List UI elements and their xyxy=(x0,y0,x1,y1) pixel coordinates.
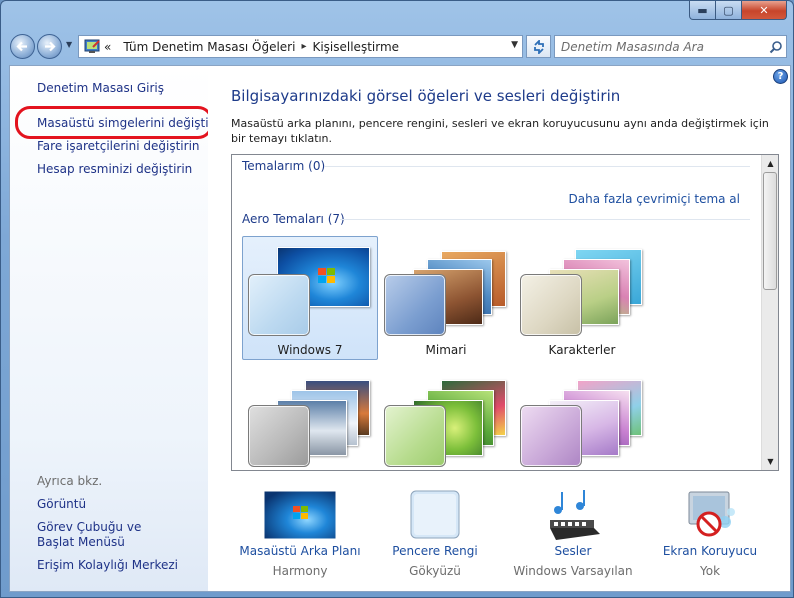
theme-list[interactable]: Temalarım (0) Daha fazla çevrimiçi tema … xyxy=(231,154,779,471)
option-window-color[interactable]: Pencere Rengi Gökyüzü xyxy=(360,484,510,584)
theme-windows-7[interactable]: Windows 7 xyxy=(242,236,378,360)
close-button[interactable]: ✕ xyxy=(742,1,787,20)
sidebar: Denetim Masası Giriş Masaüstü simgelerin… xyxy=(10,66,224,591)
main-panel: ? Bilgisayarınızdaki görsel öğeleri ve s… xyxy=(208,66,790,591)
color-swatch xyxy=(520,405,582,467)
search-input[interactable]: Denetim Masasında Ara xyxy=(561,40,766,54)
maximize-button[interactable]: ▢ xyxy=(716,1,742,20)
sidebar-item-ease-of-access[interactable]: Erişim Kolaylığı Merkezi xyxy=(37,558,178,572)
theme-landscapes[interactable] xyxy=(242,367,378,470)
theme-architecture[interactable]: Mimari xyxy=(378,236,514,360)
minimize-button[interactable]: ▬ xyxy=(689,1,716,20)
color-swatch xyxy=(248,274,310,336)
option-name[interactable]: Pencere Rengi xyxy=(360,544,510,558)
sidebar-item-mouse-pointers[interactable]: Fare işaretçilerini değiştirin xyxy=(37,139,200,153)
option-name[interactable]: Masaüstü Arka Planı xyxy=(225,544,375,558)
desktop-background-icon xyxy=(263,490,337,540)
option-desktop-background[interactable]: Masaüstü Arka Planı Harmony xyxy=(225,484,375,584)
window-frame: ▬ ▢ ✕ ▼ « Tüm Denetim Masası Öğeleri ▸ K… xyxy=(0,0,794,598)
my-themes-header: Temalarım (0) xyxy=(242,159,326,173)
color-swatch xyxy=(248,405,310,467)
color-swatch xyxy=(384,274,446,336)
recent-pages-dropdown[interactable]: ▼ xyxy=(66,40,72,49)
address-bar[interactable]: « Tüm Denetim Masası Öğeleri ▸ Kişiselle… xyxy=(78,35,523,58)
search-icon[interactable] xyxy=(766,37,786,57)
navigation-bar: ▼ « Tüm Denetim Masası Öğeleri ▸ Kişisel… xyxy=(9,32,787,60)
theme-characters[interactable]: Karakterler xyxy=(514,236,650,360)
breadcrumb-all-items[interactable]: Tüm Denetim Masası Öğeleri xyxy=(123,40,295,54)
theme-label: Windows 7 xyxy=(277,343,343,357)
forward-button[interactable] xyxy=(37,34,62,59)
refresh-icon xyxy=(533,39,544,54)
content-area: Denetim Masası Giriş Masaüstü simgelerin… xyxy=(9,65,791,592)
page-description: Masaüstü arka planını, pencere rengini, … xyxy=(231,117,769,145)
option-value: Yok xyxy=(699,564,721,578)
color-swatch xyxy=(520,274,582,336)
theme-list-scrollbar[interactable]: ▲ ▼ xyxy=(761,155,778,470)
color-swatch xyxy=(384,405,446,467)
option-screensaver[interactable]: Ekran Koruyucu Yok xyxy=(635,484,785,584)
scroll-down-arrow-icon[interactable]: ▼ xyxy=(764,455,777,468)
screensaver-icon xyxy=(673,490,747,540)
refresh-button[interactable] xyxy=(526,35,551,58)
aero-themes-header: Aero Temaları (7) xyxy=(242,212,345,226)
breadcrumb-separator-icon[interactable]: ▸ xyxy=(301,41,306,52)
sidebar-item-desktop-icons[interactable]: Masaüstü simgelerini değiştirin xyxy=(37,116,224,130)
back-button[interactable] xyxy=(10,34,35,59)
window-color-icon xyxy=(398,490,472,540)
scroll-thumb[interactable] xyxy=(763,172,777,290)
scroll-up-arrow-icon[interactable]: ▲ xyxy=(764,157,777,170)
search-box[interactable]: Denetim Masasında Ara xyxy=(554,35,787,58)
option-name[interactable]: Sesler xyxy=(498,544,648,558)
option-name[interactable]: Ekran Koruyucu xyxy=(635,544,785,558)
option-value: Windows Varsayılan xyxy=(513,564,633,578)
theme-nature[interactable] xyxy=(378,367,514,470)
address-prefix[interactable]: « xyxy=(104,40,111,54)
see-also-caption: Ayrıca bkz. xyxy=(37,474,103,488)
group-divider xyxy=(340,219,750,220)
theme-label: Karakterler xyxy=(548,343,616,357)
option-value: Harmony xyxy=(272,564,328,578)
breadcrumb-personalization[interactable]: Kişiselleştirme xyxy=(312,40,399,54)
sidebar-item-account-picture[interactable]: Hesap resminizi değiştirin xyxy=(37,162,192,176)
control-panel-icon xyxy=(82,38,104,56)
option-value: Gökyüzü xyxy=(409,564,461,578)
theme-label: Mimari xyxy=(425,343,467,357)
sidebar-item-control-panel-home[interactable]: Denetim Masası Giriş xyxy=(37,81,164,95)
help-icon[interactable]: ? xyxy=(773,69,788,84)
option-sounds[interactable]: Sesler Windows Varsayılan xyxy=(498,484,648,584)
theme-scenes[interactable] xyxy=(514,367,650,470)
group-divider xyxy=(324,166,750,167)
caption-buttons: ▬ ▢ ✕ xyxy=(689,1,787,21)
sounds-icon xyxy=(536,490,610,540)
more-themes-online-link[interactable]: Daha fazla çevrimiçi tema al xyxy=(569,192,741,206)
forward-arrow-icon xyxy=(45,41,56,52)
back-arrow-icon xyxy=(16,41,27,52)
sidebar-item-taskbar[interactable]: Görev Çubuğu ve Başlat Menüsü xyxy=(37,520,177,550)
address-dropdown-icon[interactable]: ▼ xyxy=(511,40,518,50)
sidebar-item-display[interactable]: Görüntü xyxy=(37,497,86,511)
page-title: Bilgisayarınızdaki görsel öğeleri ve ses… xyxy=(231,87,621,105)
